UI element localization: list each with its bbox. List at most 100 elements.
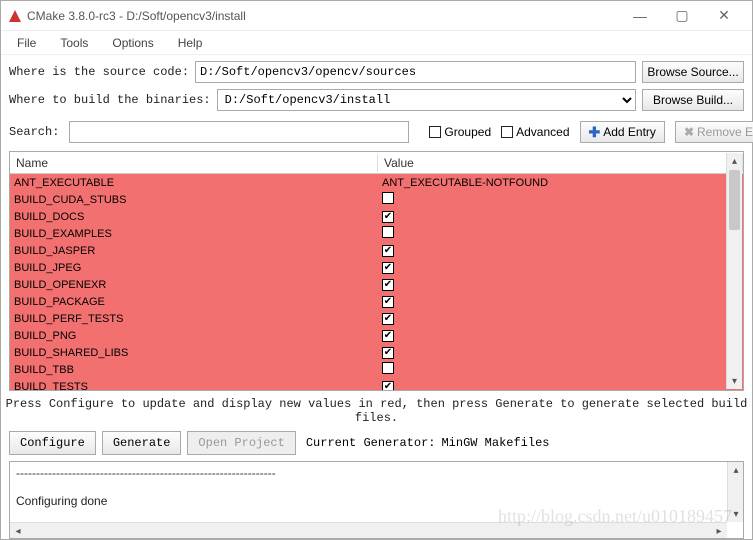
cell-name: BUILD_PACKAGE [10, 296, 378, 308]
checkbox-icon[interactable] [382, 362, 394, 374]
cell-name: BUILD_CUDA_STUBS [10, 194, 378, 206]
build-label: Where to build the binaries: [9, 93, 211, 107]
table-header: Name Value [10, 152, 743, 174]
cell-name: BUILD_DOCS [10, 211, 378, 223]
checkbox-icon[interactable]: ✔ [382, 330, 394, 342]
close-button[interactable]: ✕ [704, 2, 744, 30]
generator-value: MinGW Makefiles [441, 436, 549, 450]
checkbox-icon[interactable]: ✔ [382, 262, 394, 274]
search-label: Search: [9, 125, 59, 139]
maximize-button[interactable]: ▢ [662, 2, 702, 30]
table-scrollbar[interactable]: ▴ ▾ [726, 153, 742, 389]
cell-name: ANT_EXECUTABLE [10, 177, 378, 189]
cell-value[interactable]: ✔ [378, 295, 743, 308]
x-icon: ✖ [684, 125, 694, 139]
build-path-select[interactable]: D:/Soft/opencv3/install [217, 89, 636, 111]
cell-value[interactable]: ✔ [378, 278, 743, 291]
scroll-down-icon[interactable]: ▾ [727, 373, 742, 389]
scroll-thumb[interactable] [729, 170, 740, 230]
menu-options[interactable]: Options [102, 33, 163, 53]
menu-bar: File Tools Options Help [1, 31, 752, 55]
source-path-input[interactable] [195, 61, 636, 83]
window-title: CMake 3.8.0-rc3 - D:/Soft/opencv3/instal… [27, 9, 620, 23]
search-input[interactable] [69, 121, 409, 143]
log-message: Configuring done [16, 494, 737, 508]
scroll-up-icon[interactable]: ▴ [728, 462, 744, 478]
cell-name: BUILD_JASPER [10, 245, 378, 257]
cell-value[interactable]: ✔ [378, 261, 743, 274]
entry-table: Name Value ANT_EXECUTABLEANT_EXECUTABLE-… [9, 151, 744, 391]
checkbox-icon[interactable]: ✔ [382, 245, 394, 257]
cmake-logo-icon [9, 10, 21, 22]
checkbox-icon[interactable] [382, 192, 394, 204]
cell-value[interactable] [378, 192, 743, 207]
checkbox-icon[interactable]: ✔ [382, 381, 394, 390]
header-value[interactable]: Value [378, 154, 743, 172]
cell-value[interactable]: ✔ [378, 210, 743, 223]
cell-value[interactable]: ✔ [378, 329, 743, 342]
table-row[interactable]: BUILD_SHARED_LIBS ✔ [10, 344, 743, 361]
menu-tools[interactable]: Tools [50, 33, 98, 53]
cell-name: BUILD_SHARED_LIBS [10, 347, 378, 359]
cell-value[interactable] [378, 226, 743, 241]
plus-icon: ✚ [589, 124, 601, 141]
action-row: Configure Generate Open Project Current … [1, 429, 752, 461]
cell-value[interactable]: ✔ [378, 244, 743, 257]
build-row: Where to build the binaries: D:/Soft/ope… [1, 89, 752, 117]
cell-value[interactable]: ANT_EXECUTABLE-NOTFOUND [378, 177, 743, 189]
scroll-up-icon[interactable]: ▴ [727, 153, 742, 169]
cell-value[interactable]: ✔ [378, 312, 743, 325]
table-body: ANT_EXECUTABLEANT_EXECUTABLE-NOTFOUNDBUI… [10, 174, 743, 390]
cell-name: BUILD_TBB [10, 364, 378, 376]
remove-entry-button[interactable]: ✖Remove Entry [675, 121, 753, 143]
minimize-button[interactable]: — [620, 2, 660, 30]
configure-button[interactable]: Configure [9, 431, 96, 455]
checkbox-icon[interactable]: ✔ [382, 296, 394, 308]
table-row[interactable]: BUILD_TESTS✔ [10, 378, 743, 390]
browse-source-button[interactable]: Browse Source... [642, 61, 744, 83]
table-row[interactable]: ANT_EXECUTABLEANT_EXECUTABLE-NOTFOUND [10, 174, 743, 191]
checkbox-icon[interactable]: ✔ [382, 313, 394, 325]
scroll-down-icon[interactable]: ▾ [728, 506, 744, 522]
table-row[interactable]: BUILD_TBB [10, 361, 743, 378]
table-row[interactable]: BUILD_EXAMPLES [10, 225, 743, 242]
grouped-checkbox[interactable]: Grouped [429, 125, 491, 139]
open-project-button[interactable]: Open Project [187, 431, 295, 455]
add-entry-button[interactable]: ✚Add Entry [580, 121, 665, 143]
table-row[interactable]: BUILD_CUDA_STUBS [10, 191, 743, 208]
cell-name: BUILD_JPEG [10, 262, 378, 274]
cell-value[interactable] [378, 362, 743, 377]
cell-name: BUILD_PNG [10, 330, 378, 342]
table-row[interactable]: BUILD_PERF_TESTS✔ [10, 310, 743, 327]
cell-name: BUILD_OPENEXR [10, 279, 378, 291]
checkbox-icon[interactable]: ✔ [382, 279, 394, 291]
scroll-left-icon[interactable]: ◂ [10, 523, 26, 539]
cell-value[interactable]: ✔ [378, 380, 743, 390]
checkbox-icon[interactable]: ✔ [382, 347, 394, 359]
cell-name: BUILD_EXAMPLES [10, 228, 378, 240]
scroll-right-icon[interactable]: ▸ [711, 523, 727, 539]
log-scrollbar-vertical[interactable]: ▴ ▾ [727, 462, 743, 522]
checkbox-icon[interactable] [382, 226, 394, 238]
log-dashes: ----------------------------------------… [16, 466, 737, 480]
table-row[interactable]: BUILD_PACKAGE ✔ [10, 293, 743, 310]
generator-label: Current Generator: [306, 436, 436, 450]
table-row[interactable]: BUILD_OPENEXR ✔ [10, 276, 743, 293]
generate-button[interactable]: Generate [102, 431, 182, 455]
cell-value[interactable]: ✔ [378, 346, 743, 359]
advanced-checkbox[interactable]: Advanced [501, 125, 569, 139]
menu-help[interactable]: Help [168, 33, 213, 53]
title-bar: CMake 3.8.0-rc3 - D:/Soft/opencv3/instal… [1, 1, 752, 31]
header-name[interactable]: Name [10, 154, 378, 172]
table-row[interactable]: BUILD_DOCS ✔ [10, 208, 743, 225]
table-row[interactable]: BUILD_PNG ✔ [10, 327, 743, 344]
log-scrollbar-horizontal[interactable]: ◂ ▸ [10, 522, 727, 538]
output-log[interactable]: ----------------------------------------… [9, 461, 744, 539]
table-row[interactable]: BUILD_JASPER ✔ [10, 242, 743, 259]
source-row: Where is the source code: Browse Source.… [1, 55, 752, 89]
menu-file[interactable]: File [7, 33, 46, 53]
checkbox-icon[interactable]: ✔ [382, 211, 394, 223]
table-row[interactable]: BUILD_JPEG ✔ [10, 259, 743, 276]
window-controls: — ▢ ✕ [620, 2, 744, 30]
browse-build-button[interactable]: Browse Build... [642, 89, 744, 111]
